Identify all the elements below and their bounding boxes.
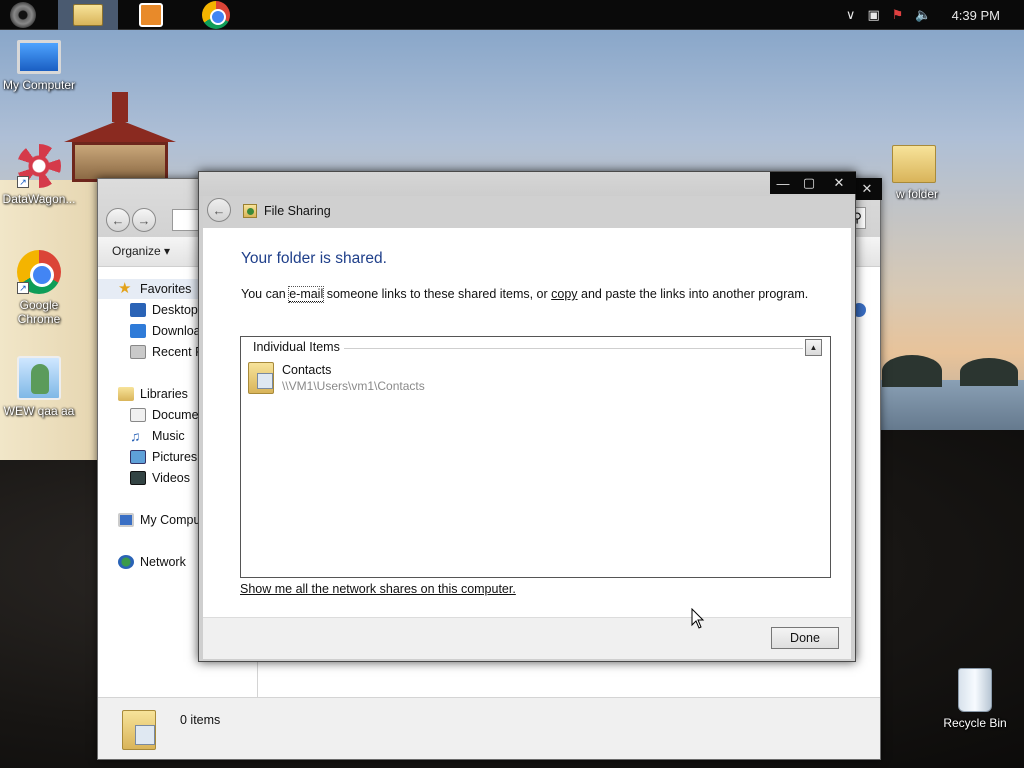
nav-item-libraries[interactable]: Libraries <box>118 384 188 404</box>
dialog-title: File Sharing <box>264 204 331 218</box>
minimize-icon[interactable]: — <box>770 172 796 194</box>
desktop-icon-label: Recycle Bin <box>943 716 1007 730</box>
action-center-flag-icon[interactable]: ⚑ <box>892 7 904 23</box>
shortcut-arrow-icon: ↗ <box>17 176 29 188</box>
clock[interactable]: 4:39 PM <box>952 8 1000 23</box>
file-sharing-icon <box>243 204 257 218</box>
network-shares-link[interactable]: Show me all the network shares on this c… <box>240 582 516 596</box>
taskbar: ∨ ▣ ⚑ 🔈 4:39 PM <box>0 0 1024 30</box>
folder-icon <box>248 362 274 394</box>
computer-icon <box>17 40 61 74</box>
dialog-footer: Done <box>203 617 851 659</box>
maximize-icon[interactable]: ▢ <box>796 172 822 194</box>
organize-menu[interactable]: Organize ▾ <box>112 244 170 258</box>
system-tray: ∨ ▣ ⚑ 🔈 4:39 PM <box>840 0 1024 30</box>
network-icon[interactable]: ▣ <box>867 7 879 23</box>
folder-icon <box>122 710 156 750</box>
explorer-close-icon[interactable]: ✕ <box>852 178 882 200</box>
collapse-group-button[interactable]: ▲ <box>805 339 822 356</box>
chrome-icon <box>202 1 230 29</box>
pictures-icon <box>130 450 146 464</box>
desktop-icon-label: Google <box>19 298 59 312</box>
nav-item-my-computer[interactable]: My Compu <box>118 510 200 530</box>
start-orb-button[interactable] <box>8 0 38 30</box>
downloads-icon <box>130 324 146 338</box>
desktop-icon-label: DataWagon... <box>2 192 76 206</box>
libraries-icon <box>118 387 134 401</box>
desktop-icon-recycle-bin[interactable]: Recycle Bin <box>932 668 1018 730</box>
recycle-bin-icon <box>958 668 992 712</box>
desktop-icon-label: Chrome <box>17 312 61 326</box>
desktop-icon-datawagon[interactable]: ↗ DataWagon... <box>0 144 82 206</box>
group-header: Individual Items <box>253 340 344 354</box>
item-path: \\VM1\Users\vm1\Contacts <box>282 379 425 393</box>
folder-icon <box>892 145 936 183</box>
nav-item-recent-places[interactable]: Recent P <box>130 342 203 362</box>
shortcut-arrow-icon: ↗ <box>17 282 29 294</box>
volume-icon[interactable]: 🔈 <box>915 7 931 23</box>
nav-item-desktop[interactable]: Desktop <box>130 300 198 320</box>
desktop-icon <box>130 303 146 317</box>
recent-places-icon <box>130 345 146 359</box>
desktop-icon-my-computer[interactable]: My Computer <box>0 40 82 92</box>
status-bar: 0 items <box>98 697 880 759</box>
back-icon[interactable]: ← <box>106 208 130 232</box>
music-icon: ♫ <box>130 428 141 444</box>
desktop-icon-label: My Computer <box>2 78 76 92</box>
chrome-icon: ↗ <box>17 250 61 294</box>
item-name: Contacts <box>282 363 332 377</box>
nav-item-network[interactable]: Network <box>118 552 186 572</box>
nav-item-documents[interactable]: Docume <box>130 405 199 425</box>
done-button[interactable]: Done <box>771 627 839 649</box>
user-contact-icon <box>17 356 61 400</box>
nav-item-videos[interactable]: Videos <box>130 468 190 488</box>
desktop-icon-google-chrome[interactable]: ↗ Google Chrome <box>0 250 82 326</box>
dialog-caption-bar: — ▢ ✕ <box>199 172 856 196</box>
instruction-text: You can e-mail someone links to these sh… <box>241 286 809 303</box>
computer-icon <box>118 513 134 527</box>
taskbar-file-explorer[interactable] <box>58 0 118 30</box>
forward-icon[interactable]: → <box>132 208 156 232</box>
close-icon[interactable]: ✕ <box>822 172 856 194</box>
window-controls: — ▢ ✕ <box>770 172 856 194</box>
documents-icon <box>130 408 146 422</box>
island-background <box>960 358 1018 386</box>
file-sharing-dialog: — ▢ ✕ ← File Sharing Your folder is shar… <box>198 171 856 662</box>
dialog-body: Your folder is shared. You can e-mail so… <box>203 228 851 617</box>
email-link[interactable]: e-mail <box>288 286 325 303</box>
island-background <box>882 355 942 387</box>
page-title: Your folder is shared. <box>241 250 387 267</box>
datawagon-icon: ↗ <box>17 144 61 188</box>
chevron-up-icon: ▲ <box>809 343 818 352</box>
nav-item-music[interactable]: ♫ Music <box>130 426 185 446</box>
folder-icon <box>73 4 103 26</box>
network-icon <box>118 555 134 569</box>
nav-item-pictures[interactable]: Pictures <box>130 447 197 467</box>
desktop-icon-wew[interactable]: WEW qaa aa <box>0 356 82 418</box>
dropdown-arrow-icon: ▾ <box>164 244 171 258</box>
group-divider <box>341 348 803 349</box>
dialog-header: ← File Sharing <box>203 196 851 228</box>
back-icon[interactable]: ← <box>207 198 231 222</box>
shared-items-list[interactable]: Individual Items ▲ Contacts \\VM1\Users\… <box>240 336 831 578</box>
videos-icon <box>130 471 146 485</box>
taskbar-google-chrome[interactable] <box>200 0 232 30</box>
nav-item-downloads[interactable]: Downloa <box>130 321 201 341</box>
star-icon: ★ <box>118 280 132 297</box>
copy-link[interactable]: copy <box>551 287 577 301</box>
chevron-up-icon[interactable]: ∨ <box>846 7 856 23</box>
taskbar-media-player[interactable] <box>136 0 166 30</box>
item-count: 0 items <box>180 713 221 727</box>
media-player-icon <box>139 3 163 27</box>
start-orb-icon <box>10 2 36 28</box>
desktop-icon-label: WEW qaa aa <box>3 404 75 418</box>
